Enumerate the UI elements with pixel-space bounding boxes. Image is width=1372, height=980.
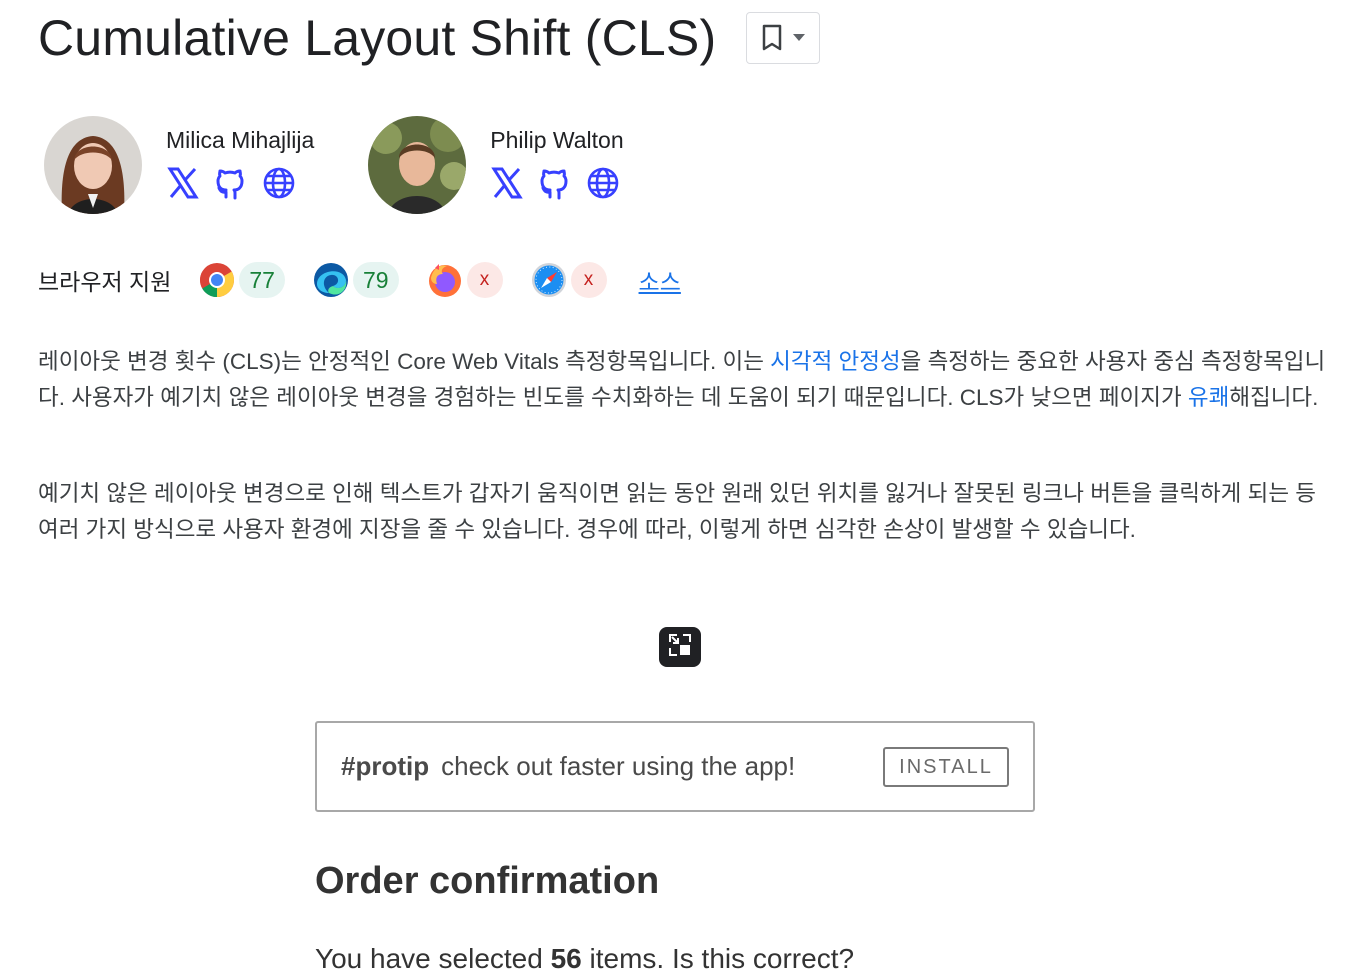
- author-info: Milica Mihajlija: [166, 116, 314, 200]
- caret-down-icon: [793, 34, 806, 42]
- paragraph-text: 레이아웃 변경 횟수 (CLS)는 안정적인 Core Web Vitals 측…: [38, 349, 771, 374]
- detail-paragraph: 예기치 않은 레이아웃 변경으로 인해 텍스트가 갑자기 움직이면 읽는 동안 …: [38, 481, 1316, 542]
- bookmark-icon: [761, 24, 783, 52]
- github-icon[interactable]: [214, 166, 248, 200]
- install-button[interactable]: INSTALL: [883, 747, 1009, 787]
- browser-support-label: 브라우저 지원: [38, 269, 172, 295]
- browser-firefox: x: [427, 262, 503, 298]
- x-icon[interactable]: [166, 166, 200, 200]
- edge-icon: [313, 262, 349, 298]
- order-text: You have selected: [315, 943, 551, 974]
- author-links: [490, 166, 623, 200]
- order-count: 56: [550, 943, 582, 974]
- page-title: Cumulative Layout Shift (CLS): [38, 10, 717, 66]
- avatar[interactable]: [368, 116, 467, 214]
- author-info: Philip Walton: [490, 116, 624, 200]
- browser-safari: x: [531, 262, 607, 298]
- version-badge: x: [466, 262, 503, 298]
- author-name[interactable]: Milica Mihajlija: [166, 126, 314, 154]
- author-name[interactable]: Philip Walton: [490, 126, 623, 154]
- order-text: items. Is this correct?: [581, 943, 855, 974]
- version-badge: x: [570, 262, 607, 298]
- avatar[interactable]: [44, 116, 142, 214]
- chrome-icon: [199, 262, 235, 298]
- visual-stability-link[interactable]: 시각적 안정성: [770, 349, 900, 374]
- x-icon[interactable]: [490, 166, 524, 200]
- author-links: [166, 166, 314, 200]
- delightful-link[interactable]: 유쾌: [1188, 385, 1229, 410]
- source-link[interactable]: 소스: [639, 263, 681, 297]
- author-card: Philip Walton: [368, 116, 624, 214]
- version-badge: 77: [239, 262, 285, 298]
- title-row: Cumulative Layout Shift (CLS): [38, 8, 821, 68]
- version-badge: 79: [352, 262, 399, 298]
- author-card: Milica Mihajlija: [44, 116, 314, 214]
- globe-icon[interactable]: [262, 166, 296, 200]
- globe-icon[interactable]: [586, 166, 620, 200]
- firefox-icon: [427, 262, 463, 298]
- authors: Milica Mihajlija Philip Walton: [44, 116, 624, 214]
- protip-banner: #protip check out faster using the app! …: [315, 721, 1035, 812]
- browser-chrome: 77: [199, 262, 285, 298]
- safari-icon: [531, 262, 567, 298]
- exit-fullscreen-icon: [667, 632, 693, 663]
- browser-support: 브라우저 지원 77 79 x x 소스: [38, 258, 681, 302]
- banner-text: check out faster using the app!: [441, 751, 796, 781]
- bookmark-button[interactable]: [746, 12, 821, 64]
- paragraph-text: 해집니다.: [1229, 385, 1319, 410]
- order-summary: You have selected 56 items. Is this corr…: [315, 938, 854, 980]
- order-title: Order confirmation: [315, 860, 660, 902]
- exit-fullscreen-button[interactable]: [659, 627, 701, 667]
- browser-edge: 79: [313, 262, 399, 298]
- intro-paragraph: 레이아웃 변경 횟수 (CLS)는 안정적인 Core Web Vitals 측…: [38, 344, 1328, 416]
- github-icon[interactable]: [538, 166, 572, 200]
- protip-label: #protip: [341, 751, 430, 781]
